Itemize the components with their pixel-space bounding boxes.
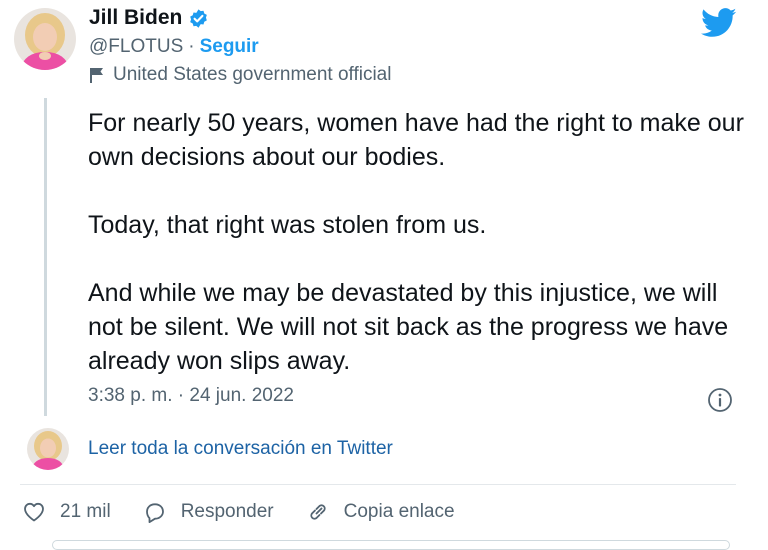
author-avatar[interactable] (14, 8, 76, 70)
flag-icon (90, 68, 103, 83)
heart-icon (24, 502, 44, 522)
follow-button[interactable]: Seguir (200, 36, 259, 58)
tweet-paragraph: Today, that right was stolen from us. (88, 211, 487, 239)
like-button[interactable]: 21 mil (22, 500, 111, 524)
thread-connector-line (44, 98, 47, 416)
tweet-paragraph: For nearly 50 years, women have had the … (88, 109, 744, 171)
author-name-text[interactable]: Jill Biden (89, 6, 182, 30)
handle-row: @FLOTUS · Seguir (89, 36, 259, 58)
separator-dot: · (188, 36, 195, 57)
reply-bubble-icon (145, 503, 164, 523)
twitter-bird-icon[interactable] (701, 8, 737, 38)
bottom-button-edge[interactable] (52, 540, 730, 550)
reply-label: Responder (180, 501, 274, 522)
copy-link-label: Copia enlace (343, 501, 455, 522)
government-label-text: United States government official (113, 64, 392, 85)
tweet-text: For nearly 50 years, women have had the … (88, 106, 748, 378)
government-label[interactable]: United States government official (89, 64, 391, 86)
like-count: 21 mil (60, 501, 111, 522)
actions-divider (20, 484, 736, 485)
link-icon (310, 504, 326, 520)
author-name[interactable]: Jill Biden (89, 6, 209, 30)
copy-link-button[interactable]: Copia enlace (306, 500, 455, 524)
read-conversation-link[interactable]: Leer toda la conversación en Twitter (88, 438, 393, 460)
conversation-avatar (27, 428, 69, 470)
tweet-paragraph: And while we may be devastated by this i… (88, 279, 729, 375)
verified-badge-icon (190, 8, 208, 28)
author-handle[interactable]: @FLOTUS (89, 36, 183, 58)
tweet-timestamp[interactable]: 3:38 p. m. · 24 jun. 2022 (88, 385, 294, 407)
tweet-actions: 21 mil Responder Copia enlace (22, 500, 487, 524)
info-icon[interactable] (707, 387, 733, 413)
reply-button[interactable]: Responder (143, 500, 274, 524)
